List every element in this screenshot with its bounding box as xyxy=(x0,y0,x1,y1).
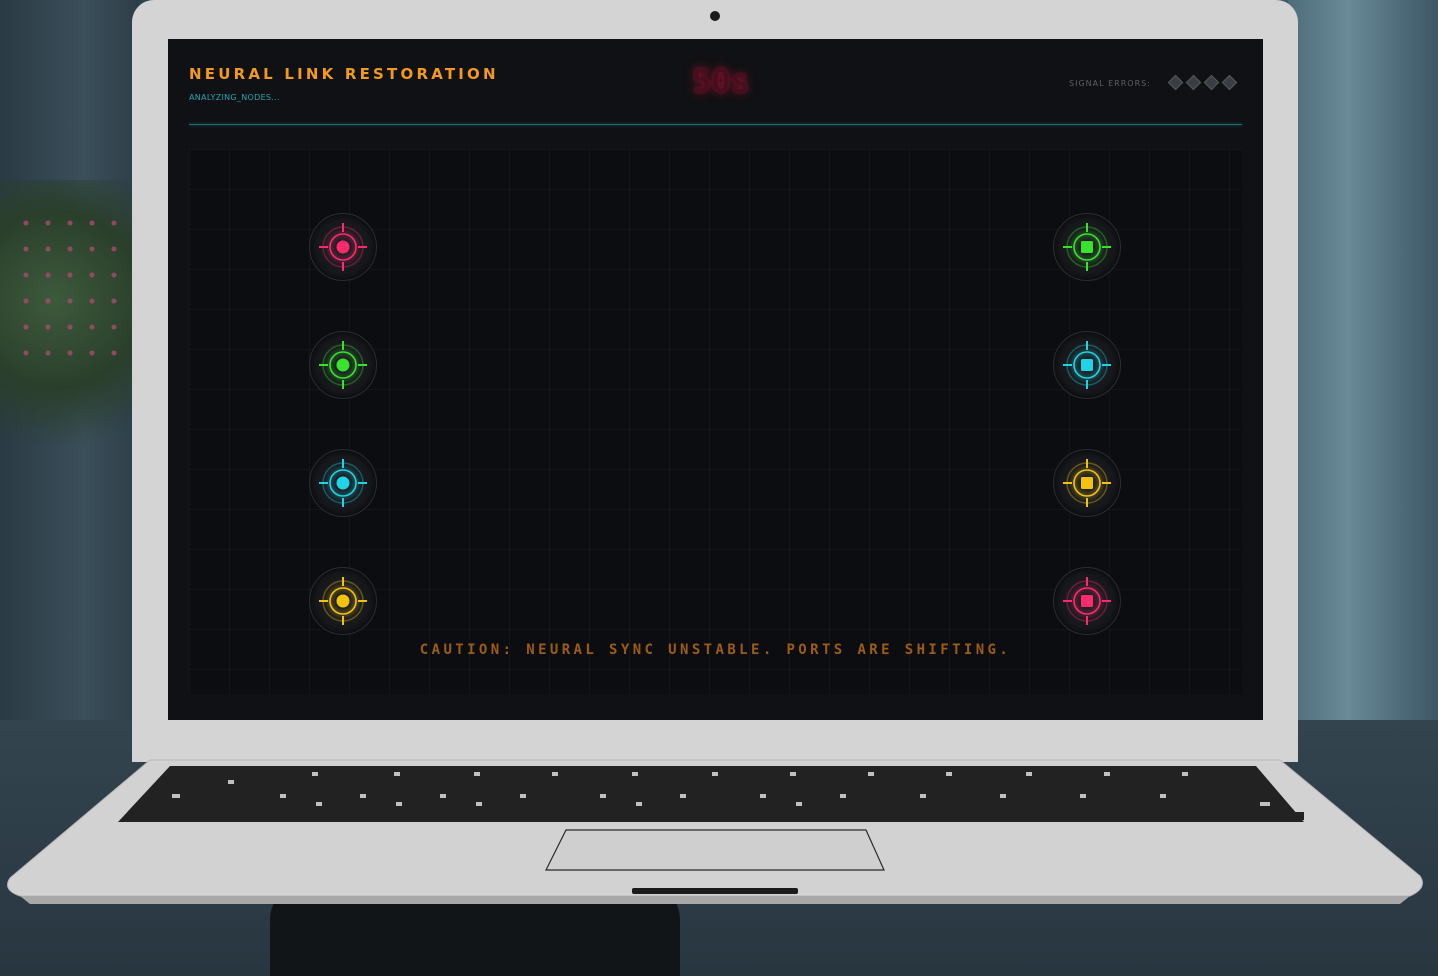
countdown-timer: 50s xyxy=(692,62,750,100)
square-target-icon xyxy=(1063,341,1111,389)
header-divider xyxy=(189,124,1242,125)
trackpad xyxy=(545,829,885,871)
port-left-3[interactable] xyxy=(309,449,377,517)
port-left-4[interactable] xyxy=(309,567,377,635)
port-right-4[interactable] xyxy=(1053,567,1121,635)
error-diamond-icon xyxy=(1221,74,1238,91)
error-diamond-icon xyxy=(1203,74,1220,91)
game-screen: NEURAL LINK RESTORATION ANALYZING_NODES.… xyxy=(168,39,1263,720)
port-right-1[interactable] xyxy=(1053,213,1121,281)
game-title: NEURAL LINK RESTORATION xyxy=(189,65,499,83)
circle-target-icon xyxy=(319,223,367,271)
signal-error-indicators xyxy=(1167,74,1238,91)
port-left-1[interactable] xyxy=(309,213,377,281)
port-left-2[interactable] xyxy=(309,331,377,399)
circle-target-icon xyxy=(319,577,367,625)
caution-message: CAUTION: NEURAL SYNC UNSTABLE. PORTS ARE… xyxy=(419,642,1012,658)
port-right-2[interactable] xyxy=(1053,331,1121,399)
status-subtitle: ANALYZING_NODES... xyxy=(189,93,280,102)
error-diamond-icon xyxy=(1167,74,1184,91)
square-target-icon xyxy=(1063,577,1111,625)
background-flowers xyxy=(15,210,125,360)
webcam-icon xyxy=(710,11,720,21)
circle-target-icon xyxy=(319,459,367,507)
error-diamond-icon xyxy=(1185,74,1202,91)
port-right-3[interactable] xyxy=(1053,449,1121,517)
laptop-base xyxy=(0,758,1438,908)
square-target-icon xyxy=(1063,459,1111,507)
square-target-icon xyxy=(1063,223,1111,271)
signal-errors-label: SIGNAL ERRORS: xyxy=(1069,79,1151,88)
circle-target-icon xyxy=(319,341,367,389)
